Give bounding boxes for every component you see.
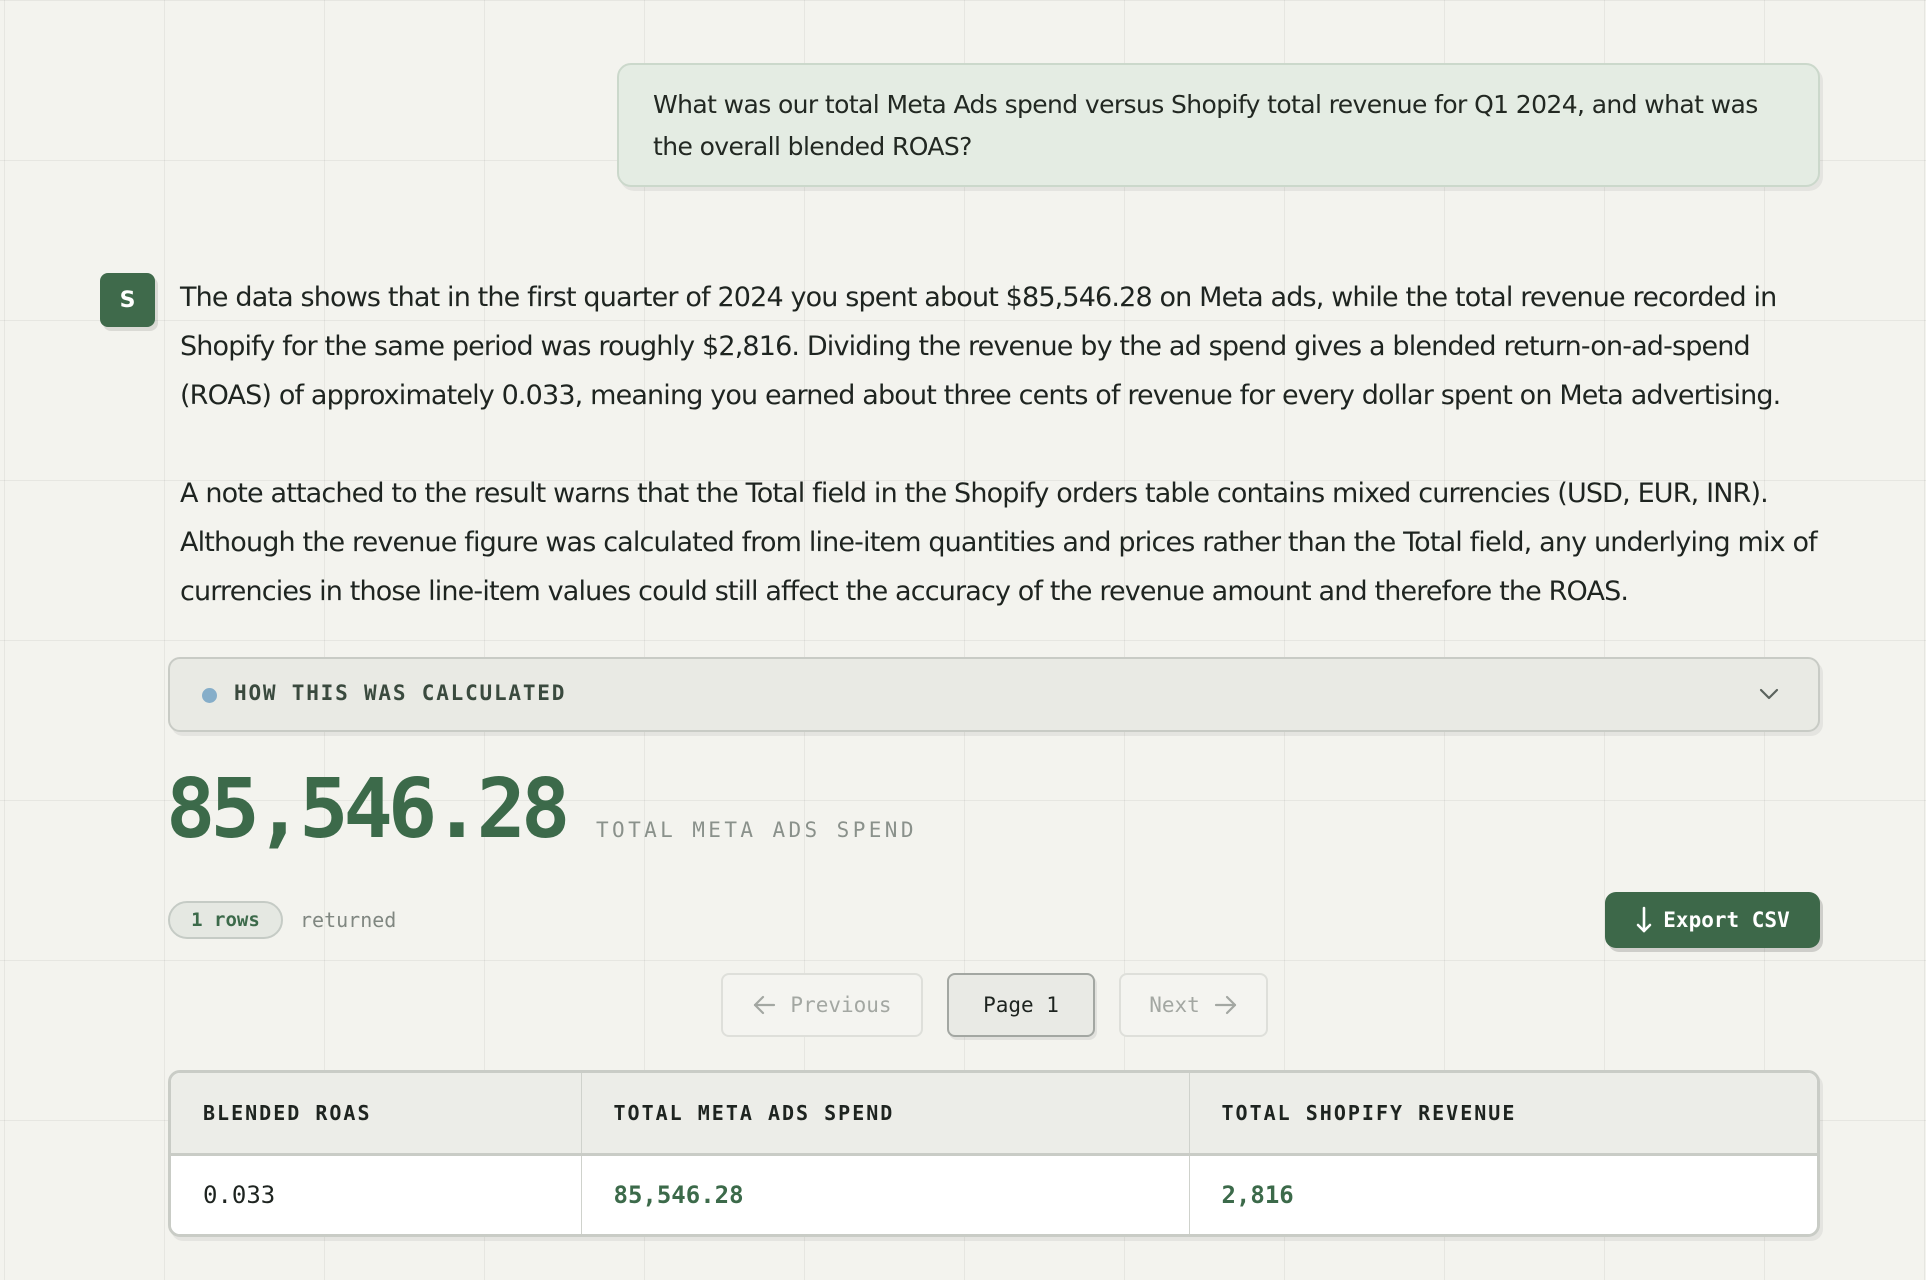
user-message-bubble: What was our total Meta Ads spend versus… — [617, 63, 1820, 187]
user-message-text: What was our total Meta Ads spend versus… — [653, 90, 1758, 161]
arrow-right-icon — [1214, 995, 1236, 1015]
how-calculated-toggle[interactable]: HOW THIS WAS CALCULATED — [168, 657, 1820, 732]
rows-returned-text: returned — [300, 908, 397, 932]
how-calculated-label: HOW THIS WAS CALCULATED — [234, 681, 567, 705]
table-header-row: BLENDED ROAS TOTAL META ADS SPEND TOTAL … — [171, 1073, 1817, 1156]
result-table: BLENDED ROAS TOTAL META ADS SPEND TOTAL … — [168, 1070, 1820, 1237]
assistant-answer: The data shows that in the first quarter… — [180, 273, 1820, 665]
cell-blended-roas: 0.033 — [171, 1154, 581, 1234]
answer-paragraph: The data shows that in the first quarter… — [180, 282, 1781, 411]
status-dot-icon — [202, 688, 217, 703]
metric-value: 85,546.28 — [166, 762, 570, 857]
chevron-down-icon — [1759, 688, 1779, 700]
export-csv-label: Export CSV — [1663, 908, 1790, 932]
current-page-indicator[interactable]: Page 1 — [947, 973, 1095, 1037]
column-header-meta-ads-spend: TOTAL META ADS SPEND — [580, 1073, 1189, 1156]
metric-label: TOTAL META ADS SPEND — [596, 818, 917, 842]
previous-page-label: Previous — [790, 993, 892, 1017]
column-header-shopify-revenue: TOTAL SHOPIFY REVENUE — [1188, 1073, 1817, 1156]
export-csv-button[interactable]: Export CSV — [1605, 892, 1820, 948]
column-header-blended-roas: BLENDED ROAS — [171, 1073, 581, 1156]
cell-meta-ads-spend: 85,546.28 — [580, 1154, 1189, 1234]
avatar-letter: S — [119, 287, 136, 313]
download-arrow-icon — [1636, 906, 1652, 933]
answer-paragraph: A note attached to the result warns that… — [180, 478, 1818, 607]
cell-shopify-revenue: 2,816 — [1188, 1154, 1817, 1234]
page-number-label: Page 1 — [983, 993, 1059, 1017]
table-row: 0.033 85,546.28 2,816 — [171, 1154, 1817, 1234]
previous-page-button[interactable]: Previous — [721, 973, 923, 1037]
arrow-left-icon — [754, 995, 776, 1015]
rows-count-badge: 1 rows — [168, 901, 283, 939]
assistant-avatar: S — [100, 273, 155, 327]
next-page-label: Next — [1149, 993, 1200, 1017]
next-page-button[interactable]: Next — [1119, 973, 1268, 1037]
